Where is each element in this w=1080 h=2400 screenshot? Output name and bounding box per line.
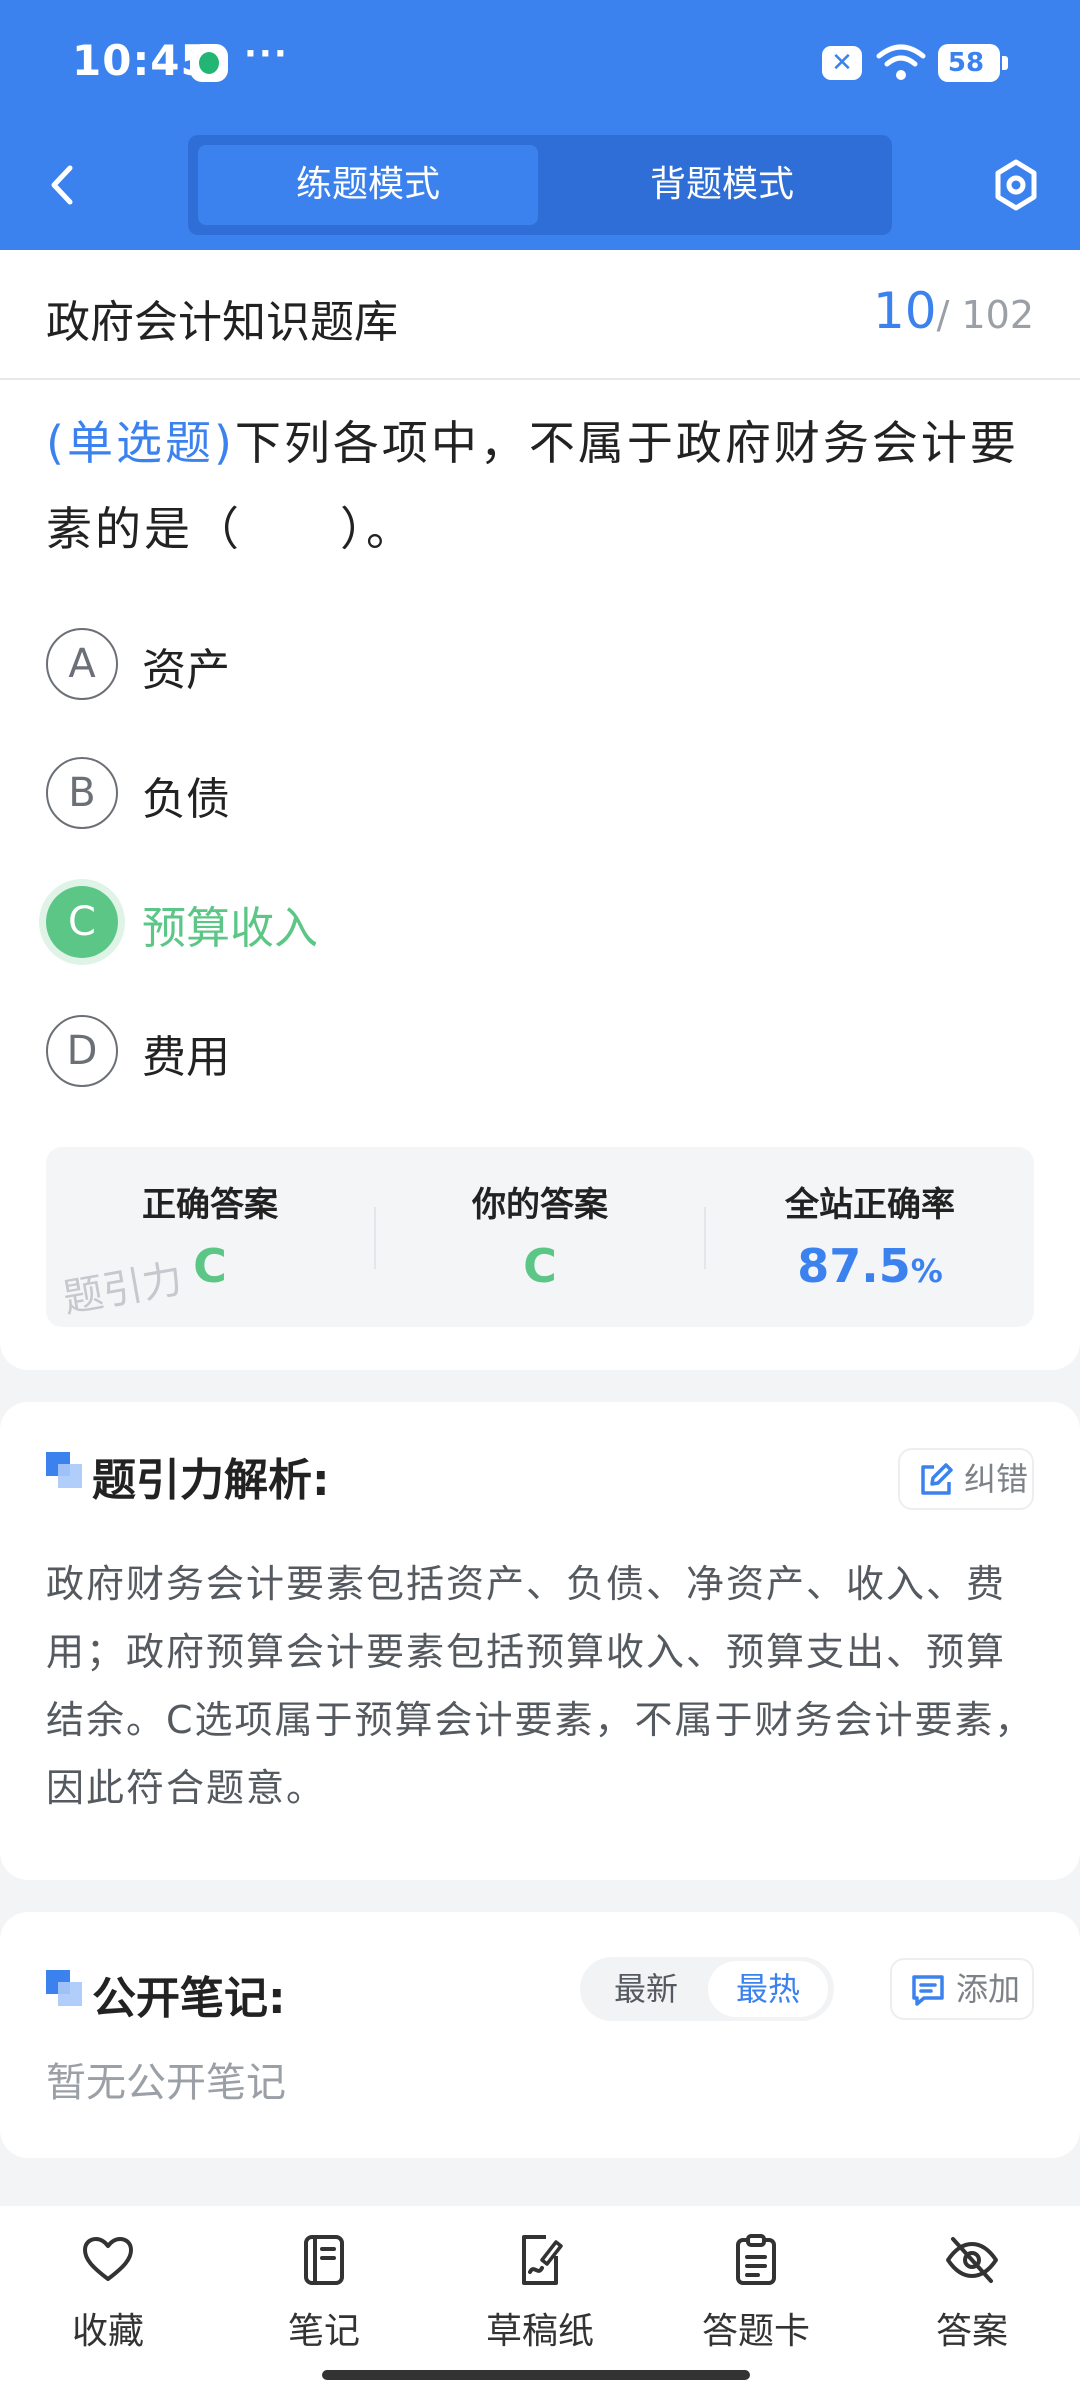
- battery-icon: 58: [938, 44, 1008, 82]
- option-b-letter: B: [46, 757, 118, 829]
- report-error-label: 纠错: [964, 1460, 1029, 1498]
- your-answer-value: C: [523, 1239, 557, 1293]
- mode-switch: 练题模式 背题模式: [188, 135, 892, 235]
- sort-latest[interactable]: 最新: [586, 1961, 706, 2017]
- notes-card: 公开笔记: 最新 最热 添加 暂无公开笔记: [0, 1912, 1080, 2158]
- tab-memorize-mode[interactable]: 背题模式: [552, 145, 892, 225]
- bank-title: 政府会计知识题库: [46, 297, 398, 348]
- current-question-number: 10: [872, 282, 937, 340]
- back-arrow-icon[interactable]: [36, 150, 92, 220]
- accuracy-column: 全站正确率 87.5%: [706, 1147, 1034, 1327]
- settings-hexagon-icon[interactable]: [986, 150, 1046, 220]
- bank-header: 政府会计知识题库 10/ 102: [0, 250, 1080, 380]
- section-squares-icon: [46, 1452, 82, 1488]
- add-note-button[interactable]: 添加: [890, 1958, 1034, 2020]
- notes-title: 公开笔记:: [92, 1973, 286, 2024]
- notes-label: 笔记: [287, 2311, 360, 2352]
- question-stem: (单选题)下列各项中，不属于政府财务会计要素的是（ ）。: [46, 400, 1036, 572]
- more-notifications-icon: ···: [244, 34, 289, 74]
- option-a-letter: A: [46, 628, 118, 700]
- favorite-label: 收藏: [71, 2311, 144, 2352]
- header-bar: 10:45 ··· ✕ 58 练题模式 背题模式: [0, 0, 1080, 250]
- show-answer-label: 答案: [935, 2311, 1008, 2352]
- answer-card-icon: [736, 2234, 776, 2285]
- option-d-letter: D: [46, 1015, 118, 1087]
- option-d[interactable]: D 费用: [46, 1015, 946, 1087]
- show-answer-button[interactable]: 答案: [882, 2232, 1062, 2372]
- option-b[interactable]: B 负债: [46, 757, 946, 829]
- section-squares-icon: [46, 1970, 82, 2006]
- accuracy-value: 87.5%: [706, 1239, 1034, 1293]
- option-c-text: 预算收入: [142, 903, 318, 954]
- comment-icon: [912, 1975, 944, 2006]
- question-type: (单选题): [46, 416, 235, 470]
- analysis-title: 题引力解析:: [92, 1455, 330, 1506]
- edit-icon: [921, 1463, 953, 1495]
- option-b-text: 负债: [142, 774, 230, 825]
- home-indicator[interactable]: [322, 2370, 750, 2380]
- option-c[interactable]: C 预算收入: [46, 886, 946, 958]
- accuracy-unit: %: [910, 1252, 943, 1290]
- app-notification-icon: [190, 44, 228, 82]
- wifi-icon: [876, 44, 926, 80]
- accuracy-number: 87.5: [797, 1239, 911, 1293]
- draft-paper-button[interactable]: 草稿纸: [450, 2232, 630, 2372]
- no-sim-icon: ✕: [822, 46, 862, 80]
- empty-notes-text: 暂无公开笔记: [46, 2060, 286, 2106]
- question-card: 政府会计知识题库 10/ 102 (单选题)下列各项中，不属于政府财务会计要素的…: [0, 250, 1080, 1370]
- answer-card-button[interactable]: 答题卡: [666, 2232, 846, 2372]
- report-error-button[interactable]: 纠错: [898, 1448, 1034, 1510]
- option-a[interactable]: A 资产: [46, 628, 946, 700]
- draft-paper-icon: [522, 2235, 563, 2285]
- answer-result-panel: 正确答案 C 你的答案 C 全站正确率 87.5% 题引力: [46, 1147, 1034, 1327]
- notebook-icon: [304, 2235, 344, 2285]
- option-c-letter: C: [46, 886, 118, 958]
- add-note-label: 添加: [956, 1970, 1021, 2008]
- correct-answer-label: 正确答案: [142, 1185, 278, 1225]
- status-bar: 10:45 ··· ✕ 58: [0, 0, 1080, 125]
- your-answer-column: 你的答案 C: [376, 1147, 704, 1327]
- question-counter[interactable]: 10/ 102: [873, 282, 1034, 340]
- your-answer-label: 你的答案: [472, 1185, 608, 1225]
- option-d-text: 费用: [142, 1032, 230, 1083]
- tab-practice-mode[interactable]: 练题模式: [198, 145, 538, 225]
- answer-card-label: 答题卡: [701, 2311, 810, 2352]
- heart-icon: [83, 2237, 133, 2281]
- option-a-text: 资产: [142, 645, 230, 696]
- draft-paper-label: 草稿纸: [485, 2311, 594, 2352]
- total-questions: / 102: [936, 293, 1034, 337]
- eye-off-icon: [946, 2237, 998, 2283]
- favorite-button[interactable]: 收藏: [18, 2232, 198, 2372]
- analysis-text: 政府财务会计要素包括资产、负债、净资产、收入、费用；政府预算会计要素包括预算收入…: [46, 1562, 1035, 1810]
- analysis-card: 题引力解析: 纠错 政府财务会计要素包括资产、负债、净资产、收入、费用；政府预算…: [0, 1402, 1080, 1880]
- notes-sort-toggle: 最新 最热: [580, 1957, 834, 2021]
- sort-hottest[interactable]: 最热: [708, 1961, 828, 2017]
- battery-level: 58: [947, 48, 985, 78]
- notes-button[interactable]: 笔记: [234, 2232, 414, 2372]
- accuracy-label: 全站正确率: [785, 1185, 955, 1225]
